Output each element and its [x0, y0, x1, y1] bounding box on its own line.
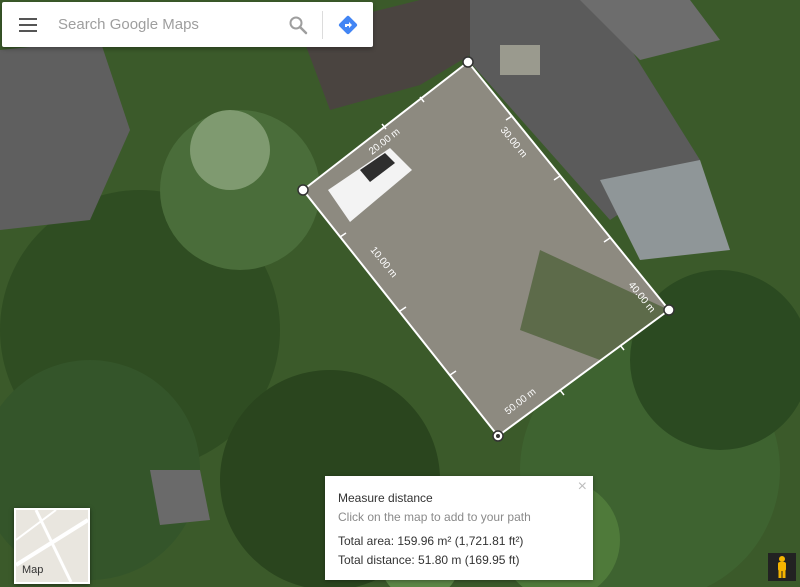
- close-icon[interactable]: ×: [578, 478, 587, 496]
- measure-title: Measure distance: [338, 491, 433, 505]
- map-type-toggle[interactable]: Map: [14, 508, 90, 584]
- measure-distance-card: Measure distance Click on the map to add…: [325, 476, 593, 580]
- measure-point[interactable]: [663, 304, 675, 316]
- search-box: [2, 2, 373, 47]
- total-area: Total area: 159.96 m² (1,721.81 ft²): [338, 534, 524, 548]
- menu-icon: [19, 17, 37, 32]
- measure-point[interactable]: [462, 56, 474, 68]
- search-icon: [289, 16, 308, 34]
- directions-button[interactable]: [323, 2, 373, 47]
- directions-icon: [338, 15, 358, 34]
- measure-hint: Click on the map to add to your path: [338, 510, 531, 524]
- minimap-label: Map: [22, 564, 44, 576]
- menu-button[interactable]: [2, 2, 54, 47]
- search-input[interactable]: [54, 4, 274, 45]
- measure-point[interactable]: [297, 184, 309, 196]
- street-view-button[interactable]: [768, 553, 796, 581]
- search-button[interactable]: [274, 2, 322, 47]
- total-distance: Total distance: 51.80 m (169.95 ft): [338, 553, 520, 567]
- pegman-icon: [778, 556, 786, 578]
